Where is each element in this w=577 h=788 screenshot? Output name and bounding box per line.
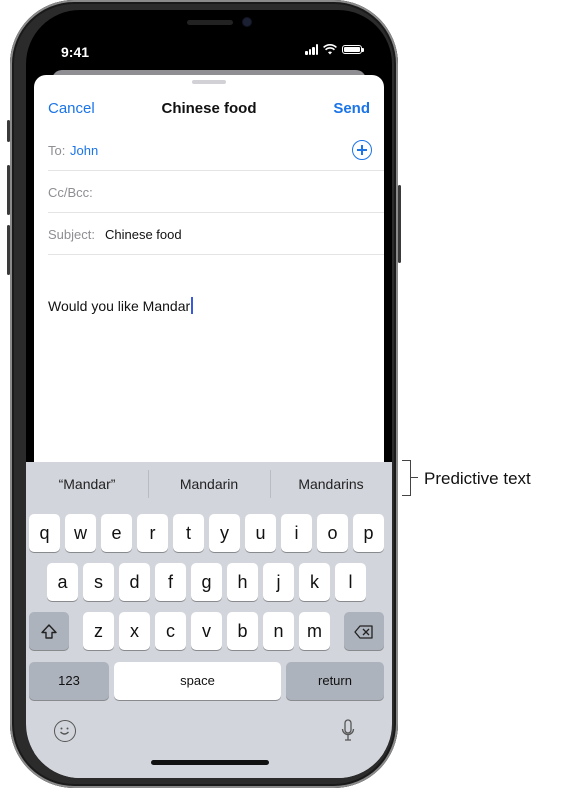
- ccbcc-field[interactable]: Cc/Bcc:: [48, 171, 384, 213]
- to-label: To:: [48, 143, 66, 158]
- wifi-icon: [323, 44, 337, 55]
- key-l[interactable]: l: [335, 563, 366, 601]
- key-h[interactable]: h: [227, 563, 258, 601]
- notch: [131, 10, 287, 40]
- key-r[interactable]: r: [137, 514, 168, 552]
- side-button: [398, 185, 401, 263]
- key-g[interactable]: g: [191, 563, 222, 601]
- subject-field[interactable]: Subject: Chinese food: [48, 213, 384, 255]
- key-v[interactable]: v: [191, 612, 222, 650]
- key-b[interactable]: b: [227, 612, 258, 650]
- return-key[interactable]: return: [286, 662, 384, 700]
- backspace-key[interactable]: [344, 612, 384, 650]
- home-indicator[interactable]: [151, 760, 269, 765]
- key-y[interactable]: y: [209, 514, 240, 552]
- prediction-3[interactable]: Mandarins: [270, 470, 392, 498]
- to-recipient[interactable]: John: [70, 143, 98, 158]
- key-row-4: 123 space return: [26, 662, 392, 702]
- callout-line: [410, 477, 418, 478]
- phone-frame: 9:41 Cancel Chinese food Send To: John C…: [7, 0, 401, 788]
- prediction-1[interactable]: “Mandar”: [26, 476, 148, 492]
- speaker: [187, 20, 233, 25]
- emoji-icon[interactable]: [54, 720, 76, 742]
- key-o[interactable]: o: [317, 514, 348, 552]
- key-w[interactable]: w: [65, 514, 96, 552]
- key-u[interactable]: u: [245, 514, 276, 552]
- message-body[interactable]: Would you like Mandar: [48, 297, 194, 314]
- key-n[interactable]: n: [263, 612, 294, 650]
- shift-key[interactable]: [29, 612, 69, 650]
- to-field[interactable]: To: John: [48, 129, 384, 171]
- space-key[interactable]: space: [114, 662, 281, 700]
- volume-down-button: [7, 225, 10, 275]
- battery-icon: [342, 45, 364, 54]
- sheet-grabber[interactable]: [192, 80, 226, 84]
- key-q[interactable]: q: [29, 514, 60, 552]
- key-s[interactable]: s: [83, 563, 114, 601]
- message-body-text: Would you like Mandar: [48, 298, 191, 314]
- text-cursor: [191, 297, 194, 314]
- key-t[interactable]: t: [173, 514, 204, 552]
- callout-label: Predictive text: [424, 469, 531, 488]
- key-c[interactable]: c: [155, 612, 186, 650]
- key-d[interactable]: d: [119, 563, 150, 601]
- signal-icon: [305, 44, 318, 55]
- numbers-key[interactable]: 123: [29, 662, 109, 700]
- subject-label: Subject:: [48, 227, 95, 242]
- status-icons: [305, 44, 364, 55]
- key-m[interactable]: m: [299, 612, 330, 650]
- backspace-icon: [354, 625, 373, 639]
- front-camera: [243, 18, 251, 26]
- callout-bracket: [402, 460, 411, 496]
- prediction-2[interactable]: Mandarin: [148, 470, 270, 498]
- subject-value[interactable]: Chinese food: [105, 227, 182, 242]
- ccbcc-label: Cc/Bcc:: [48, 185, 93, 200]
- key-j[interactable]: j: [263, 563, 294, 601]
- volume-up-button: [7, 165, 10, 215]
- key-z[interactable]: z: [83, 612, 114, 650]
- key-p[interactable]: p: [353, 514, 384, 552]
- screen: 9:41 Cancel Chinese food Send To: John C…: [26, 10, 392, 778]
- key-e[interactable]: e: [101, 514, 132, 552]
- key-a[interactable]: a: [47, 563, 78, 601]
- shift-icon: [41, 624, 57, 639]
- key-k[interactable]: k: [299, 563, 330, 601]
- silent-switch: [7, 120, 10, 142]
- keyboard: “Mandar” Mandarin Mandarins q w e r t y …: [26, 462, 392, 778]
- key-row-2: a s d f g h j k l: [26, 563, 392, 603]
- key-f[interactable]: f: [155, 563, 186, 601]
- send-button[interactable]: Send: [333, 100, 370, 117]
- key-i[interactable]: i: [281, 514, 312, 552]
- microphone-icon[interactable]: [341, 718, 355, 744]
- compose-title: Chinese food: [161, 100, 257, 117]
- predictive-text-bar: “Mandar” Mandarin Mandarins: [26, 462, 392, 506]
- key-row-3: z x c v b n m: [26, 612, 392, 652]
- key-x[interactable]: x: [119, 612, 150, 650]
- status-time: 9:41: [61, 44, 90, 60]
- key-row-1: q w e r t y u i o p: [26, 514, 392, 554]
- compose-nav-bar: Cancel Chinese food Send: [34, 87, 384, 129]
- add-contact-icon[interactable]: [352, 140, 372, 160]
